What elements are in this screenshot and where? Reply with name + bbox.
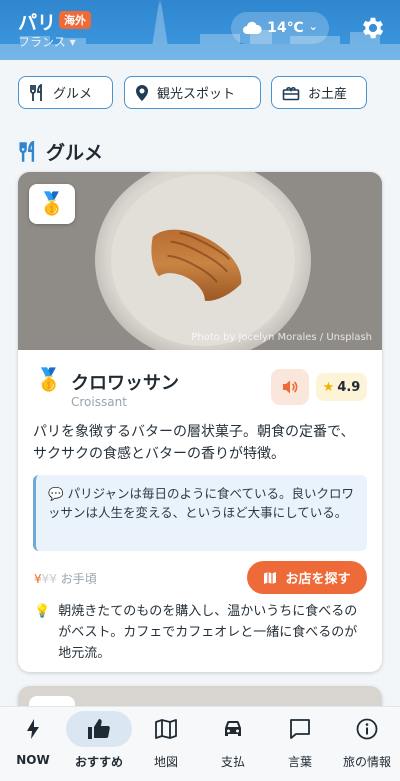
paris-skyline-image xyxy=(0,0,400,60)
category-gourmet-button[interactable]: グルメ xyxy=(18,76,113,109)
category-label: 観光スポット xyxy=(157,87,236,102)
map-icon xyxy=(155,719,177,739)
speech-bubble-icon: 💬 xyxy=(48,486,64,501)
section-title-text: グルメ xyxy=(46,142,104,164)
nav-label: NOW xyxy=(16,753,50,767)
food-card[interactable]: 🥇 Photo by Jocelyn Morales / Unsplash 🥇 … xyxy=(18,172,382,672)
temperature: 14℃ xyxy=(267,20,304,36)
nav-map[interactable]: 地図 xyxy=(133,707,199,781)
local-quote: 💬 パリジャンは毎日のように食べている。良いクロワッサンは人生を変える、というほ… xyxy=(33,475,367,551)
nav-label: 旅の情報 xyxy=(342,755,391,769)
nav-recommend[interactable]: おすすめ xyxy=(66,707,132,781)
tip-text: 朝焼きたてのものを購入し、温かいうちに食べるのがベスト。カフェでカフェオレと一緒… xyxy=(58,604,358,661)
country-selector[interactable]: フランス ▾ xyxy=(18,33,76,50)
bolt-icon xyxy=(27,719,39,739)
app-header: パリ 海外 フランス ▾ 14℃ ⌄ xyxy=(0,0,400,60)
price-level: ¥¥¥ お手頃 xyxy=(34,570,97,587)
nav-travel-info[interactable]: 旅の情報 xyxy=(334,707,400,781)
dish-name: クロワッサン xyxy=(71,373,179,394)
croissant-photo: 🥇 Photo by Jocelyn Morales / Unsplash xyxy=(18,172,382,350)
category-label: グルメ xyxy=(53,87,93,102)
category-souvenir-button[interactable]: お土産 xyxy=(271,76,367,109)
nav-phrases[interactable]: 言葉 xyxy=(267,707,333,781)
gold-medal-icon: 🥇 xyxy=(38,191,66,217)
map-icon xyxy=(264,571,277,584)
star-icon: ★ xyxy=(322,379,335,395)
rank-badge: 🥇 xyxy=(29,184,75,224)
country-name: フランス xyxy=(18,35,66,49)
section-title: グルメ xyxy=(18,138,103,165)
nav-label: おすすめ xyxy=(74,755,123,769)
rating-value: 4.9 xyxy=(337,379,361,395)
pronunciation-button[interactable] xyxy=(271,369,309,405)
category-bar: グルメ 観光スポット お土産 xyxy=(0,60,400,124)
gold-medal-icon: 🥇 xyxy=(35,368,63,393)
find-shop-button[interactable]: お店を探す xyxy=(247,561,367,594)
category-sightseeing-button[interactable]: 観光スポット xyxy=(124,76,261,109)
price-active: ¥ xyxy=(34,572,42,586)
chat-bubble-icon xyxy=(290,719,310,739)
thumbs-up-icon xyxy=(88,719,110,739)
gift-icon xyxy=(282,86,300,100)
nav-payment[interactable]: 支払 xyxy=(200,707,266,781)
fork-knife-icon xyxy=(30,83,42,101)
quote-text: パリジャンは毎日のように食べている。良いクロワッサンは人生を変える、というほど大… xyxy=(48,486,354,520)
nav-label: 言葉 xyxy=(287,755,312,769)
chevron-down-icon: ▾ xyxy=(69,35,76,49)
location-pin-icon xyxy=(136,84,148,101)
weather-button[interactable]: 14℃ ⌄ xyxy=(231,12,329,44)
rating-badge: ★ 4.9 xyxy=(316,373,367,401)
find-shop-label: お店を探す xyxy=(285,572,351,587)
gear-icon[interactable] xyxy=(359,14,387,42)
lightbulb-icon: 💡 xyxy=(34,604,51,619)
speaker-icon xyxy=(283,380,298,394)
nav-label: 地図 xyxy=(153,755,178,769)
cloud-icon xyxy=(243,21,262,34)
dish-name-english: Croissant xyxy=(71,395,127,409)
city-name[interactable]: パリ xyxy=(18,8,56,35)
tip: 💡 朝焼きたてのものを購入し、温かいうちに食べるのがベスト。カフェでカフェオレと… xyxy=(34,601,370,664)
overseas-badge: 海外 xyxy=(59,11,91,29)
fork-knife-icon xyxy=(19,140,35,162)
bottom-navigation: NOW おすすめ 地図 支払 言葉 旅の情報 xyxy=(0,706,400,781)
car-icon xyxy=(225,721,241,736)
price-inactive: ¥¥ xyxy=(41,572,57,586)
nav-now[interactable]: NOW xyxy=(0,707,66,781)
price-label: お手頃 xyxy=(60,572,97,586)
info-icon xyxy=(356,718,378,740)
nav-label: 支払 xyxy=(220,755,245,769)
chevron-down-icon: ⌄ xyxy=(308,19,318,33)
photo-credit[interactable]: Photo by Jocelyn Morales / Unsplash xyxy=(191,332,372,343)
category-label: お土産 xyxy=(308,87,348,102)
dish-description: パリを象徴するバターの層状菓子。朝食の定番で、サクサクの食感とバターの香りが特徴… xyxy=(33,424,355,462)
